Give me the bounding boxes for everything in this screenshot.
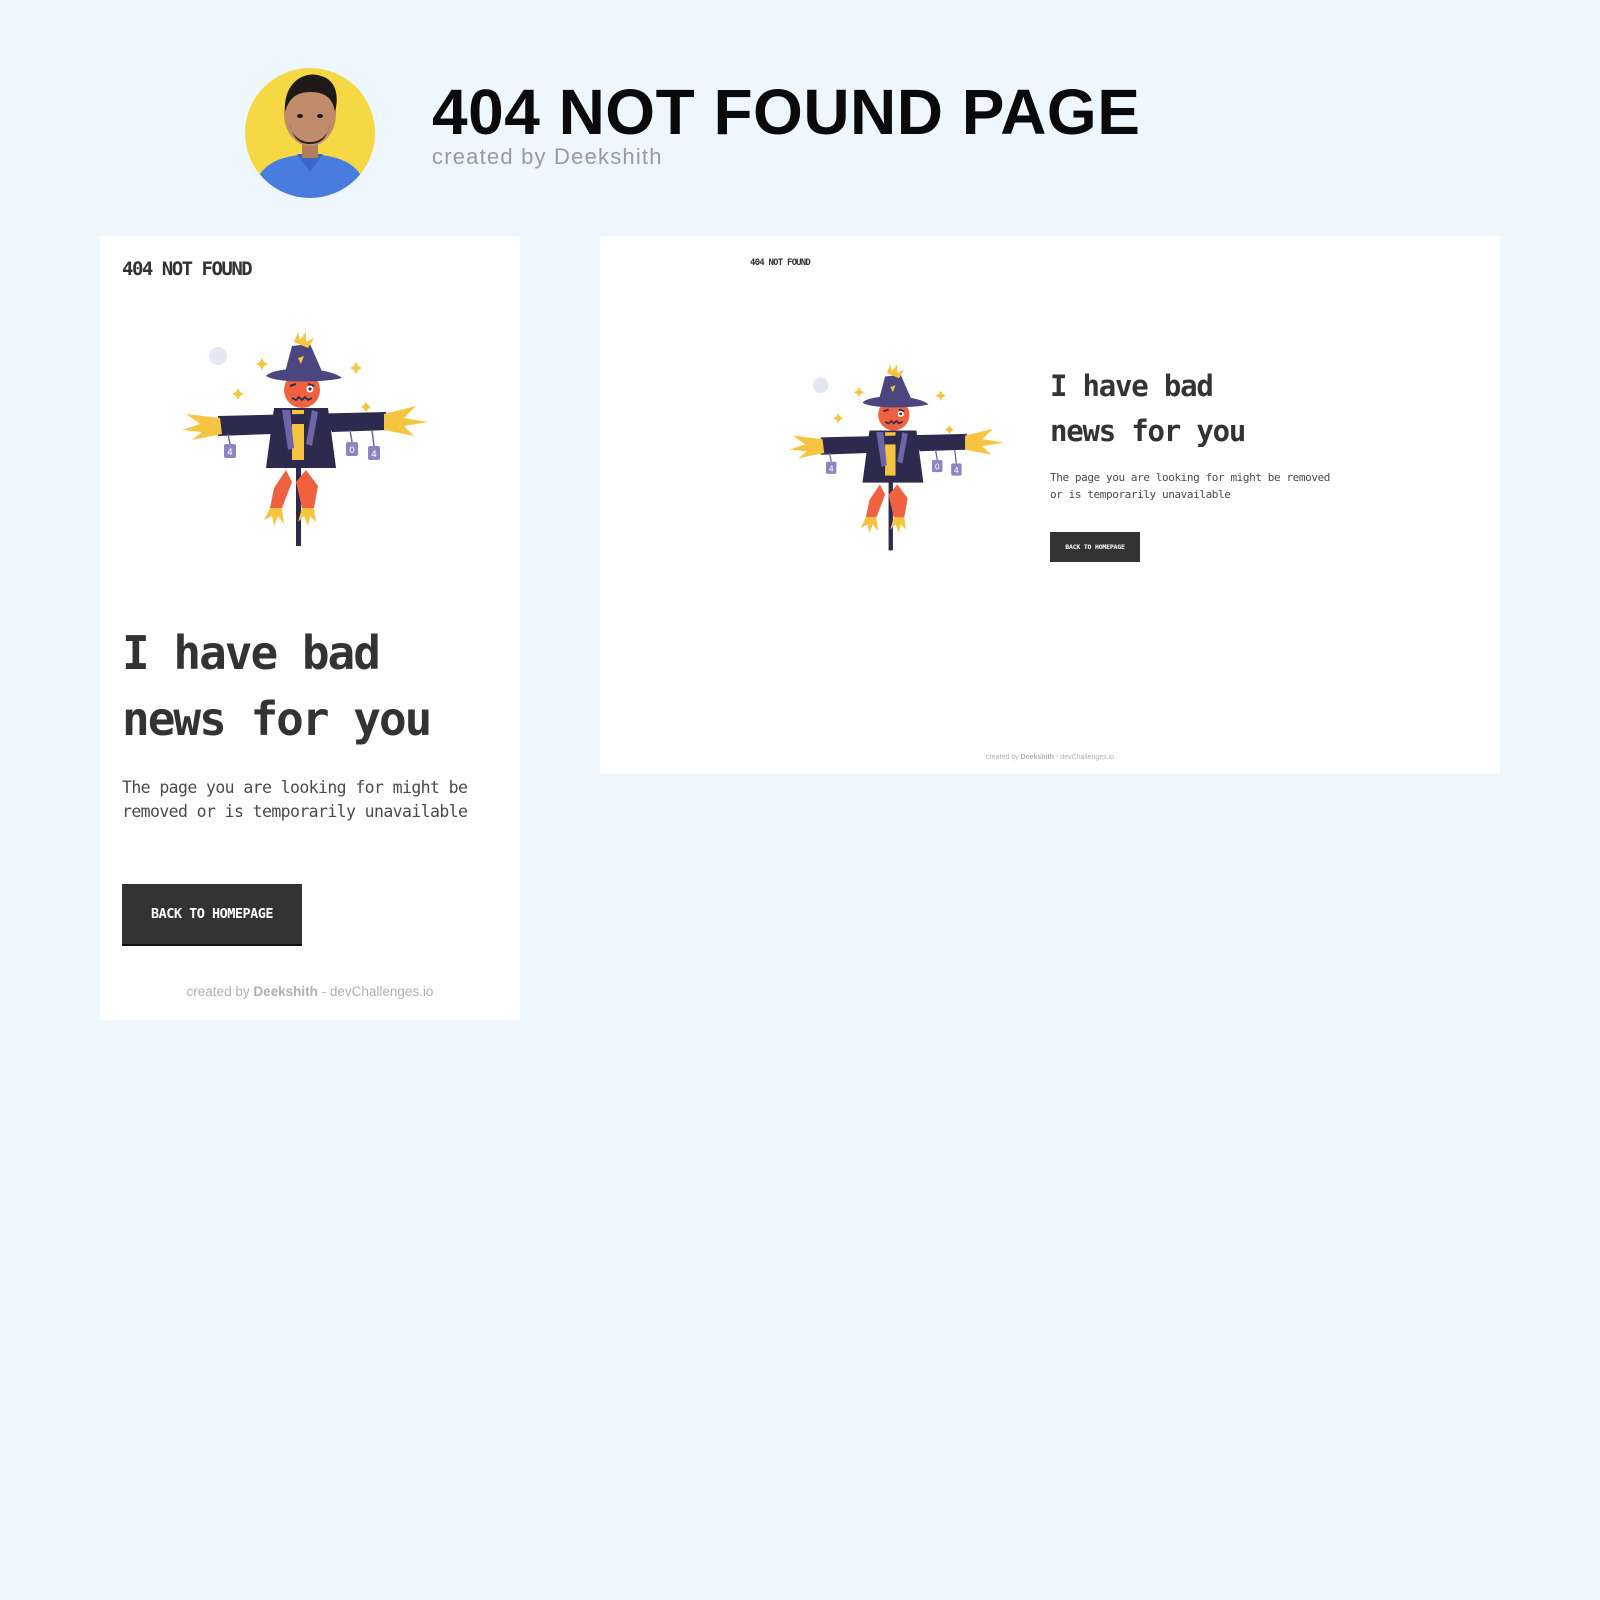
avatar-portrait-icon xyxy=(253,74,367,198)
heading-line-2: news for you xyxy=(122,692,432,746)
error-description: The page you are looking for might be re… xyxy=(1050,469,1370,503)
description-line-1: The page you are looking for might be re… xyxy=(1050,471,1331,484)
back-to-homepage-button[interactable]: BACK TO HOMEPAGE xyxy=(1050,532,1140,562)
back-to-homepage-button[interactable]: BACK TO HOMEPAGE xyxy=(122,884,302,944)
error-heading: I have bad news for you xyxy=(1050,364,1370,454)
author-avatar xyxy=(245,68,375,198)
error-description: The page you are looking for might be re… xyxy=(122,778,468,821)
footer-prefix: created by xyxy=(985,754,1021,761)
heading-line-1: I have bad xyxy=(1050,369,1214,403)
page-title: 404 NOT FOUND PAGE xyxy=(432,76,1141,148)
tag-right-label: 4 xyxy=(954,466,959,475)
footer-prefix: created by xyxy=(186,984,254,999)
credits-footer: created by Deekshith - devChallenges.io xyxy=(600,754,1500,761)
desktop-preview-card: 404 NOT FOUND 4 0 4 I have bad news for … xyxy=(600,236,1500,774)
site-logo[interactable]: 404 NOT FOUND xyxy=(122,258,253,280)
tag-left-label: 4 xyxy=(829,464,834,473)
credits-footer: created by Deekshith - devChallenges.io xyxy=(100,984,520,999)
mobile-preview-card: 404 NOT FOUND 4 0 4 I have bad news for … xyxy=(100,236,520,1020)
description-line-2: or is temporarily unavailable xyxy=(1050,488,1231,501)
tag-mid-label: 0 xyxy=(349,446,355,456)
scarecrow-illustration-icon: 4 0 4 xyxy=(182,332,428,546)
showcase-header: 404 NOT FOUND PAGE created by Deekshith xyxy=(0,0,1600,220)
footer-suffix: - devChallenges.io xyxy=(1054,754,1115,761)
error-heading: I have bad news for you xyxy=(122,620,512,752)
site-logo[interactable]: 404 NOT FOUND xyxy=(750,258,811,268)
footer-author-link[interactable]: Deekshith xyxy=(253,984,318,999)
heading-line-2: news for you xyxy=(1050,414,1246,448)
tag-left-label: 4 xyxy=(227,448,233,458)
footer-suffix: - devChallenges.io xyxy=(317,984,434,999)
tag-mid-label: 0 xyxy=(935,463,940,472)
page-subtitle: created by Deekshith xyxy=(432,144,663,169)
scarecrow-illustration-icon: 4 0 4 xyxy=(789,364,1004,551)
heading-line-1: I have bad xyxy=(122,626,381,680)
tag-right-label: 4 xyxy=(371,450,377,460)
footer-author-link[interactable]: Deekshith xyxy=(1021,754,1054,761)
